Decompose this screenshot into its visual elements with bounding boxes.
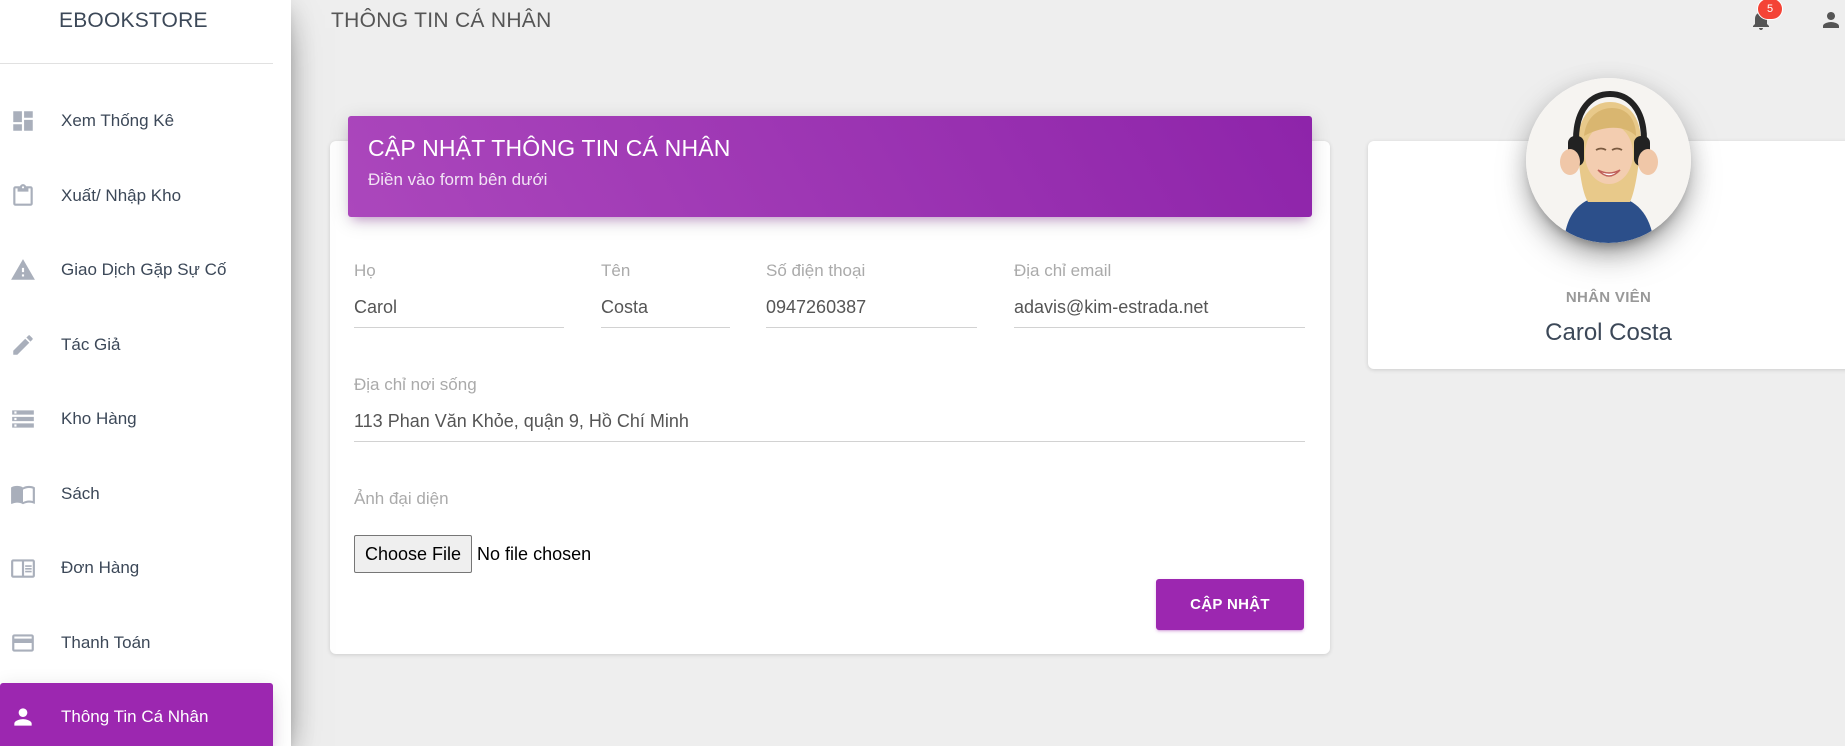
person-icon (10, 704, 36, 730)
brand-logo-text[interactable]: EBOOKSTORE (0, 0, 273, 64)
credit-card-icon (10, 630, 36, 656)
sidebar-nav: Xem Thống Kê Xuất/ Nhập Kho Giao Dịch Gặ… (0, 64, 291, 746)
phone-input[interactable]: 0947260387 (766, 297, 977, 328)
profile-summary-card: NHÂN VIÊN Carol Costa (1368, 78, 1845, 369)
top-navbar: THÔNG TIN CÁ NHÂN 5 (291, 0, 1845, 60)
sidebar-item-failed-transactions[interactable]: Giao Dịch Gặp Sự Cố (0, 236, 273, 304)
first-name-field: Tên Costa (601, 261, 730, 328)
sidebar-item-label: Xem Thống Kê (61, 111, 175, 130)
sidebar-item-statistics[interactable]: Xem Thống Kê (0, 87, 273, 155)
first-name-label: Tên (601, 261, 631, 280)
sidebar-item-authors[interactable]: Tác Giả (0, 311, 273, 379)
sidebar-item-payments[interactable]: Thanh Toán (0, 609, 273, 677)
person-icon (1819, 12, 1843, 36)
storage-icon (10, 406, 36, 432)
choose-file-button[interactable]: Choose File (354, 535, 473, 573)
user-menu-button[interactable] (1819, 8, 1843, 32)
sidebar-item-orders[interactable]: Đơn Hàng (0, 534, 273, 602)
card-subtitle: Điền vào form bên dưới (368, 170, 548, 189)
sidebar-item-label: Đơn Hàng (61, 558, 140, 577)
last-name-label: Họ (354, 261, 376, 280)
profile-name: Carol Costa (1545, 319, 1672, 346)
avatar[interactable] (1526, 78, 1691, 243)
sidebar-item-label: Tác Giả (61, 334, 121, 354)
sidebar-item-profile[interactable]: Thông Tin Cá Nhân (0, 683, 273, 746)
file-input: Choose File No file chosen (354, 535, 591, 573)
address-field: Địa chỉ nơi sống 113 Phan Văn Khỏe, quận… (354, 375, 1305, 442)
page-title: THÔNG TIN CÁ NHÂN (331, 9, 552, 32)
profile-role: NHÂN VIÊN (1565, 289, 1652, 306)
orders-icon (10, 555, 36, 581)
email-field: Địa chỉ email adavis@kim-estrada.net (1014, 261, 1305, 328)
email-label: Địa chỉ email (1014, 261, 1112, 280)
card-title: CẬP NHẬT THÔNG TIN CÁ NHÂN (368, 135, 731, 161)
sidebar: EBOOKSTORE Xem Thống Kê Xuất/ Nhập Kho G… (0, 0, 291, 746)
book-icon (10, 481, 36, 507)
sidebar-item-label: Giao Dịch Gặp Sự Cố (61, 260, 227, 279)
sidebar-item-label: Kho Hàng (61, 409, 137, 428)
sidebar-item-label: Thanh Toán (61, 632, 151, 652)
avatar-image (1526, 78, 1691, 243)
warning-icon (10, 257, 36, 283)
avatar-upload-label: Ảnh đại diện (354, 489, 449, 508)
clipboard-icon (10, 183, 36, 209)
sidebar-item-label: Thông Tin Cá Nhân (61, 707, 209, 726)
file-status-text: No file chosen (477, 543, 592, 564)
address-label: Địa chỉ nơi sống (354, 375, 477, 394)
address-input[interactable]: 113 Phan Văn Khỏe, quận 9, Hồ Chí Minh (354, 411, 1305, 442)
first-name-input[interactable]: Costa (601, 297, 730, 328)
update-button[interactable]: CẬP NHẬT (1156, 579, 1304, 630)
notification-badge: 5 (1757, 0, 1783, 20)
sidebar-item-books[interactable]: Sách (0, 460, 273, 528)
profile-form-card: CẬP NHẬT THÔNG TIN CÁ NHÂN Điền vào form… (330, 116, 1330, 654)
sidebar-item-label: Sách (61, 483, 100, 503)
avatar-upload-field: Ảnh đại diện (354, 489, 654, 509)
card-header: CẬP NHẬT THÔNG TIN CÁ NHÂN Điền vào form… (348, 116, 1312, 217)
phone-field: Số điện thoại 0947260387 (766, 261, 977, 328)
bell-icon (1749, 10, 1773, 36)
sidebar-item-inventory[interactable]: Kho Hàng (0, 385, 273, 453)
last-name-input[interactable]: Carol (354, 297, 564, 328)
pencil-icon (10, 332, 36, 358)
phone-label: Số điện thoại (766, 261, 866, 280)
sidebar-item-warehouse-io[interactable]: Xuất/ Nhập Kho (0, 162, 273, 230)
dashboard-icon (10, 108, 36, 134)
last-name-field: Họ Carol (354, 261, 564, 328)
email-input[interactable]: adavis@kim-estrada.net (1014, 297, 1305, 328)
sidebar-item-label: Xuất/ Nhập Kho (61, 185, 182, 205)
